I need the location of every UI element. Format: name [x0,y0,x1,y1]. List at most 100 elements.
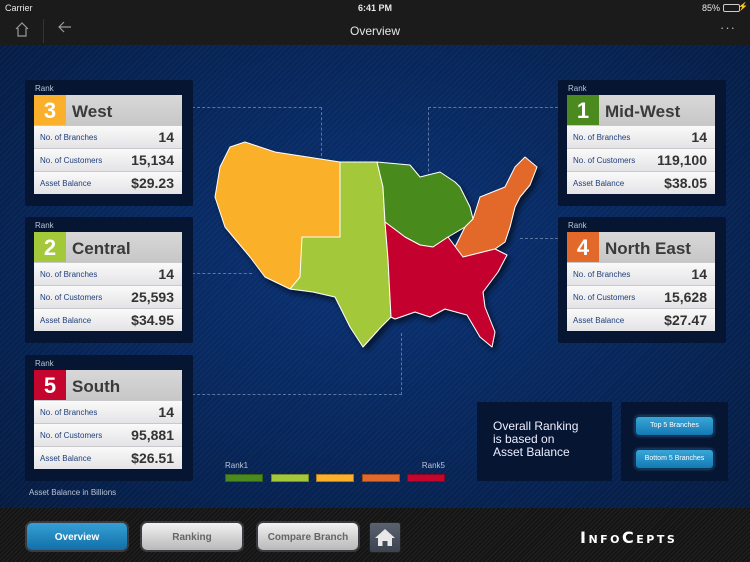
rank-label: Rank [568,221,587,230]
legend-end-label: Rank5 [421,461,445,470]
stat-label: No. of Customers [573,156,636,165]
stat-label: No. of Customers [40,431,103,440]
page-title: Overview [349,24,400,38]
stat-value: $29.23 [131,175,174,191]
legend-swatch-rank1 [225,474,263,482]
stat-label: No. of Branches [40,133,98,142]
region-card-midwest[interactable]: Rank 1 Mid-West No. of Branches 14 No. of… [558,80,726,206]
card-body: 1 Mid-West No. of Branches 14 No. of Cust… [567,95,715,194]
stat-row-branches: No. of Branches 14 [34,262,182,285]
ranking-note-line: Asset Balance [493,445,570,459]
region-card-northeast[interactable]: Rank 4 North East No. of Branches 14 No. … [558,217,726,343]
bottom-5-branches-button[interactable]: Bottom 5 Branches [635,449,714,469]
stat-label: No. of Branches [573,133,631,142]
card-header: 1 Mid-West [567,95,715,126]
stat-label: No. of Branches [40,270,98,279]
card-header: 4 North East [567,232,715,263]
charging-icon: ⚡ [738,2,748,11]
infocepts-logo: INFOCEPTS [580,528,677,547]
region-card-south[interactable]: Rank 5 South No. of Branches 14 No. of Cu… [25,355,193,481]
legend-swatch-rank3 [316,474,354,482]
rank-badge: 3 [34,95,66,126]
stat-value: 25,593 [131,289,174,305]
stat-label: No. of Branches [40,408,98,417]
stat-value: $27.47 [664,312,707,328]
stat-label: Asset Balance [573,316,625,325]
map-svg [214,141,538,348]
stat-label: Asset Balance [40,454,92,463]
home-tab-button[interactable] [369,522,401,553]
stat-row-asset-balance: Asset Balance $34.95 [34,308,182,331]
house-icon [375,529,395,546]
more-options-icon[interactable]: ··· [720,20,736,35]
stat-label: No. of Branches [573,270,631,279]
ranking-note: Overall Ranking is based on Asset Balanc… [477,402,612,481]
region-name: South [72,377,121,396]
rank-badge: 2 [34,232,66,263]
nav-bar: Overview ··· [0,16,750,45]
card-body: 5 South No. of Branches 14 No. of Custome… [34,370,182,469]
status-bar: Carrier 6:41 PM 85% ⚡ [0,0,750,16]
main-panel: Rank 3 West No. of Branches 14 No. of Cus… [0,45,750,508]
stat-value: $26.51 [131,450,174,466]
stat-value: 14 [691,266,707,282]
us-region-map [205,127,550,355]
top-5-branches-button[interactable]: Top 5 Branches [635,416,714,436]
card-body: 4 North East No. of Branches 14 No. of Cu… [567,232,715,331]
region-name: Mid-West [605,102,681,121]
logo-part: C [622,528,637,547]
card-header: 5 South [34,370,182,401]
stat-value: 14 [691,129,707,145]
tab-overview[interactable]: Overview [25,521,129,552]
card-header: 2 Central [34,232,182,263]
region-name: West [72,102,113,121]
bottom-tab-bar: Overview Ranking Compare Branch INFOCEPT… [0,508,750,562]
stat-value: 14 [158,404,174,420]
stat-label: Asset Balance [573,179,625,188]
region-name: North East [605,239,691,258]
stat-row-asset-balance: Asset Balance $38.05 [567,171,715,194]
stat-row-branches: No. of Branches 14 [34,400,182,423]
region-name: Central [72,239,131,258]
stat-row-asset-balance: Asset Balance $29.23 [34,171,182,194]
rank-badge: 5 [34,370,66,401]
stat-row-customers: No. of Customers 15,134 [34,148,182,171]
stat-value: 14 [158,129,174,145]
stat-row-branches: No. of Branches 14 [34,125,182,148]
logo-part: NFO [588,533,623,546]
stat-label: No. of Customers [573,293,636,302]
tab-ranking[interactable]: Ranking [140,521,244,552]
stat-value: 15,134 [131,152,174,168]
stat-row-branches: No. of Branches 14 [567,125,715,148]
rank-badge: 1 [567,95,599,126]
units-footnote: Asset Balance in Billions [29,488,117,497]
stat-label: No. of Customers [40,156,103,165]
stat-row-asset-balance: Asset Balance $27.47 [567,308,715,331]
rank-badge: 4 [567,232,599,263]
tab-compare-branch[interactable]: Compare Branch [256,521,360,552]
logo-part: EPTS [636,533,678,546]
card-header: 3 West [34,95,182,126]
region-card-central[interactable]: Rank 2 Central No. of Branches 14 No. of … [25,217,193,343]
battery-percent: 85% [701,3,720,13]
stat-value: 15,628 [664,289,707,305]
app-root: Carrier 6:41 PM 85% ⚡ Overview ··· Rank … [0,0,750,562]
rank-label: Rank [568,84,587,93]
legend-start-label: Rank1 [225,461,249,470]
stat-label: Asset Balance [40,316,92,325]
legend-swatch-rank4 [362,474,400,482]
stat-value: 14 [158,266,174,282]
card-body: 2 Central No. of Branches 14 No. of Custo… [34,232,182,331]
stat-value: 119,100 [657,152,707,168]
region-card-west[interactable]: Rank 3 West No. of Branches 14 No. of Cus… [25,80,193,206]
clock: 6:41 PM [357,3,392,13]
stat-row-asset-balance: Asset Balance $26.51 [34,446,182,469]
stat-row-customers: No. of Customers 119,100 [567,148,715,171]
stat-value: $38.05 [664,175,707,191]
stat-row-customers: No. of Customers 95,881 [34,423,182,446]
rank-label: Rank [35,84,54,93]
rank-legend: Rank1 Rank5 [225,461,445,483]
rank-label: Rank [35,221,54,230]
stat-row-customers: No. of Customers 15,628 [567,285,715,308]
rank-label: Rank [35,359,54,368]
